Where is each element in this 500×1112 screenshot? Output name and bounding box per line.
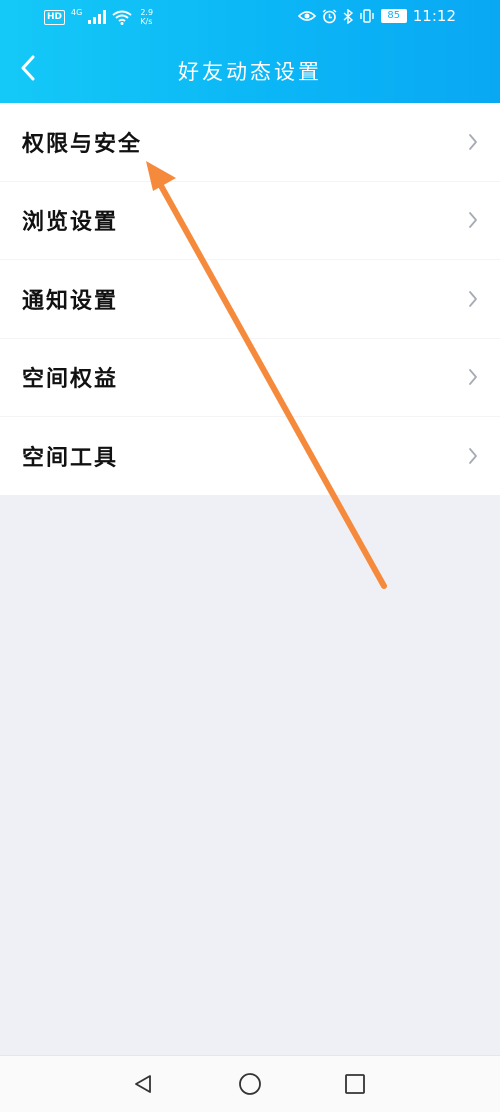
circle-home-icon — [239, 1073, 261, 1095]
nav-back-button[interactable] — [128, 1069, 158, 1099]
net-speed-unit: K/s — [140, 17, 153, 26]
signal-type: 4G — [71, 7, 83, 17]
status-bar: HD 4G 2.9 K/s 85 11:12 — [0, 0, 500, 34]
list-item-browse-settings[interactable]: 浏览设置 — [0, 182, 500, 260]
wifi-icon — [112, 10, 132, 25]
triangle-back-icon — [135, 1075, 151, 1093]
eye-icon — [297, 11, 316, 21]
app-header: HD 4G 2.9 K/s 85 11:12 好友动态设置 — [0, 0, 500, 103]
status-time: 11:12 — [412, 7, 456, 25]
hd-badge: HD — [44, 9, 66, 25]
bluetooth-icon — [343, 8, 353, 24]
list-item-space-benefits[interactable]: 空间权益 — [0, 339, 500, 417]
list-item-space-tools[interactable]: 空间工具 — [0, 417, 500, 495]
system-nav-bar — [0, 1055, 500, 1112]
net-speed-value: 2.9 — [140, 8, 154, 17]
list-item-label: 权限与安全 — [22, 130, 143, 157]
nav-bar: 好友动态设置 — [0, 34, 500, 103]
list-item-permissions-security[interactable]: 权限与安全 — [0, 103, 500, 182]
status-left: HD 4G 2.9 K/s — [44, 8, 153, 26]
list-item-label: 浏览设置 — [22, 209, 119, 236]
chevron-right-icon — [469, 369, 477, 386]
nav-recents-button[interactable] — [340, 1069, 370, 1099]
alarm-icon — [322, 8, 337, 23]
chevron-right-icon — [469, 212, 477, 229]
square-recents-icon — [345, 1074, 365, 1094]
list-item-label: 空间权益 — [22, 366, 119, 393]
chevron-right-icon — [469, 447, 477, 464]
chevron-right-icon — [469, 290, 477, 307]
list-item-label: 空间工具 — [22, 444, 119, 471]
status-right: 85 11:12 — [297, 7, 456, 25]
settings-list: 权限与安全 浏览设置 通知设置 空间权益 空间工具 — [0, 103, 500, 495]
battery-indicator: 85 — [380, 9, 407, 23]
list-item-label: 通知设置 — [22, 287, 119, 314]
list-item-notification-settings[interactable]: 通知设置 — [0, 260, 500, 339]
net-speed: 2.9 K/s — [140, 8, 153, 26]
cell-signal-icon — [88, 10, 107, 24]
page-title: 好友动态设置 — [178, 60, 322, 84]
chevron-right-icon — [469, 133, 477, 150]
vibrate-icon — [360, 9, 374, 23]
nav-home-button[interactable] — [235, 1069, 265, 1099]
